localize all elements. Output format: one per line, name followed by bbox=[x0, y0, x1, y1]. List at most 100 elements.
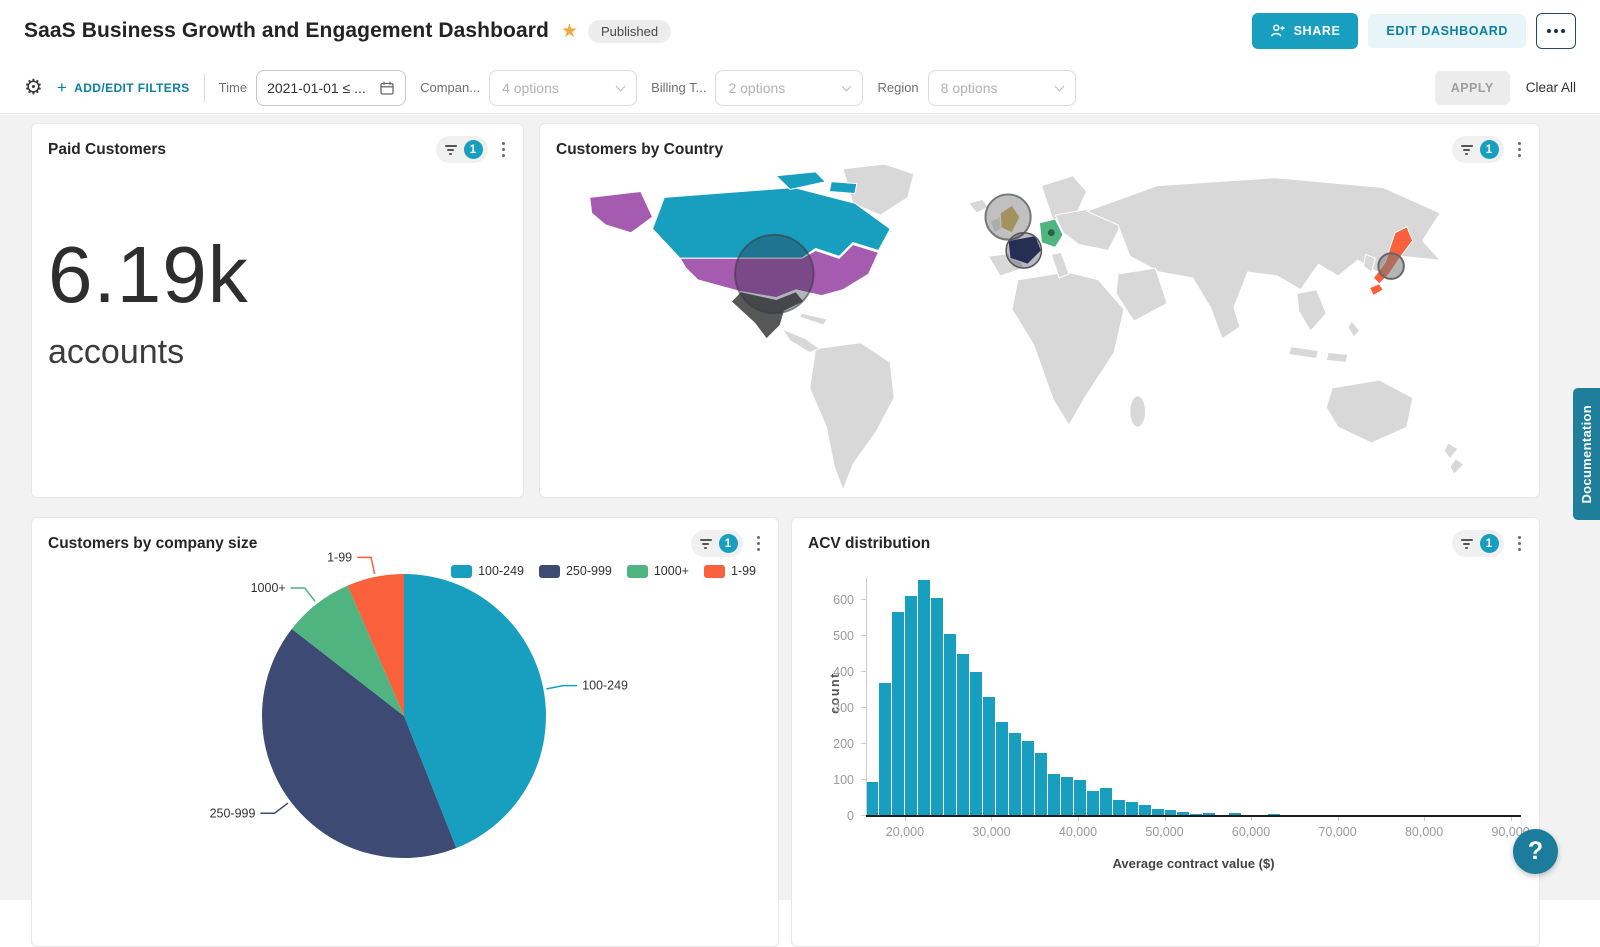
world-map[interactable] bbox=[548, 164, 1531, 493]
add-edit-filters-button[interactable]: + ADD/EDIT FILTERS bbox=[57, 78, 190, 98]
y-tick-mark bbox=[861, 779, 866, 780]
billing-filter-select[interactable]: 2 options bbox=[715, 70, 863, 106]
customers-by-country-widget: Customers by Country 1 bbox=[539, 123, 1540, 498]
filter-count-badge: 1 bbox=[1480, 140, 1499, 159]
documentation-tab[interactable]: Documentation bbox=[1573, 388, 1600, 520]
widget-filter-pill[interactable]: 1 bbox=[1452, 136, 1504, 163]
hist-bar[interactable] bbox=[905, 596, 917, 816]
land-indonesia bbox=[1289, 347, 1318, 359]
more-options-button[interactable] bbox=[1536, 13, 1576, 49]
edit-dashboard-button[interactable]: EDIT DASHBOARD bbox=[1368, 14, 1526, 48]
map-bubble-france[interactable] bbox=[1006, 233, 1041, 268]
dashboard-canvas: Paid Customers 1 6.19k accounts Customer… bbox=[0, 115, 1600, 900]
hist-bar[interactable] bbox=[1061, 777, 1073, 816]
hist-bar[interactable] bbox=[1113, 800, 1125, 816]
time-filter-label: Time bbox=[219, 80, 247, 95]
pie-callout-label: 100-249 bbox=[582, 679, 628, 693]
region-filter-select[interactable]: 8 options bbox=[928, 70, 1076, 106]
x-tick-label: 50,000 bbox=[1145, 825, 1183, 839]
x-tick-label: 30,000 bbox=[972, 825, 1010, 839]
country-canada-islands[interactable] bbox=[776, 172, 825, 190]
hist-bar[interactable] bbox=[918, 580, 930, 816]
hist-bar[interactable] bbox=[879, 683, 891, 816]
pie-callout-line bbox=[546, 686, 577, 689]
hist-bar[interactable] bbox=[1035, 753, 1047, 816]
clear-all-button[interactable]: Clear All bbox=[1526, 80, 1576, 95]
widget-tools: 1 bbox=[436, 136, 508, 163]
hist-bar[interactable] bbox=[892, 612, 904, 816]
y-tick-mark bbox=[861, 599, 866, 600]
widget-filter-pill[interactable]: 1 bbox=[1452, 530, 1504, 557]
dot bbox=[1554, 29, 1558, 33]
hist-bar[interactable] bbox=[970, 672, 982, 816]
pie-callout-line bbox=[357, 557, 374, 574]
world-map-svg bbox=[548, 164, 1531, 493]
share-button-label: SHARE bbox=[1294, 24, 1341, 38]
map-bubble-germany[interactable] bbox=[1048, 229, 1055, 236]
land-australia bbox=[1326, 380, 1412, 443]
y-axis-line bbox=[866, 578, 867, 816]
company-filter-select[interactable]: 4 options bbox=[489, 70, 637, 106]
pie-callout-label: 1000+ bbox=[251, 581, 286, 595]
land-africa bbox=[1012, 272, 1124, 425]
kpi-value: 6.19k bbox=[48, 231, 507, 319]
y-tick-label: 200 bbox=[833, 737, 854, 751]
widget-title: Paid Customers bbox=[48, 141, 166, 159]
divider bbox=[204, 74, 205, 102]
billing-filter-label: Billing T... bbox=[651, 80, 706, 95]
histogram-plot-area: 010020030040050060020,00030,00040,00050,… bbox=[866, 578, 1521, 816]
land-south-america bbox=[810, 343, 894, 490]
map-bubble-japan[interactable] bbox=[1378, 253, 1404, 279]
filter-count-badge: 1 bbox=[464, 140, 483, 159]
pie-callout-label: 1-99 bbox=[327, 550, 352, 564]
billing-filter-group: Billing T... 2 options bbox=[651, 70, 863, 106]
pie-callout-line bbox=[291, 588, 315, 601]
gear-icon[interactable]: ⚙ bbox=[24, 77, 43, 98]
histogram-chart[interactable]: count 010020030040050060020,00030,00040,… bbox=[792, 566, 1539, 946]
company-filter-value: 4 options bbox=[502, 80, 559, 96]
hist-bar[interactable] bbox=[1022, 741, 1034, 816]
hist-bar[interactable] bbox=[1087, 791, 1099, 816]
country-canada-islands-2[interactable] bbox=[829, 182, 856, 194]
land-madagascar bbox=[1130, 396, 1146, 427]
hist-bar[interactable] bbox=[957, 654, 969, 816]
widget-menu-button[interactable] bbox=[1516, 534, 1524, 554]
country-usa-alaska[interactable] bbox=[590, 191, 653, 232]
x-axis-title: Average contract value ($) bbox=[866, 856, 1521, 871]
widget-menu-button[interactable] bbox=[500, 140, 508, 160]
y-tick-label: 500 bbox=[833, 629, 854, 643]
y-tick-label: 400 bbox=[833, 665, 854, 679]
widget-header: ACV distribution 1 bbox=[792, 518, 1539, 567]
region-filter-label: Region bbox=[877, 80, 918, 95]
x-tick-label: 60,000 bbox=[1232, 825, 1270, 839]
hist-bar[interactable] bbox=[1074, 780, 1086, 816]
country-japan-south[interactable] bbox=[1369, 284, 1383, 296]
chevron-down-icon bbox=[616, 81, 626, 91]
kpi-unit: accounts bbox=[48, 333, 507, 372]
map-bubble-usa[interactable] bbox=[735, 235, 814, 314]
hist-bar[interactable] bbox=[1048, 774, 1060, 816]
hist-bar[interactable] bbox=[983, 697, 995, 816]
widget-menu-button[interactable] bbox=[1516, 140, 1524, 160]
filter-icon bbox=[700, 539, 712, 549]
customers-by-company-size-widget: Customers by company size 1 100-249250-9… bbox=[31, 517, 779, 947]
share-button[interactable]: SHARE bbox=[1252, 13, 1359, 49]
apply-button[interactable]: APPLY bbox=[1435, 71, 1510, 105]
help-button[interactable]: ? bbox=[1513, 829, 1558, 874]
widget-title: Customers by company size bbox=[48, 535, 257, 553]
hist-bar[interactable] bbox=[996, 722, 1008, 816]
hist-bar[interactable] bbox=[1126, 802, 1138, 816]
hist-bar[interactable] bbox=[931, 598, 943, 816]
hist-bar[interactable] bbox=[1009, 733, 1021, 816]
widget-menu-button[interactable] bbox=[755, 534, 763, 554]
hist-bar[interactable] bbox=[1100, 788, 1112, 816]
filter-icon bbox=[1461, 539, 1473, 549]
hist-bar[interactable] bbox=[944, 634, 956, 816]
chevron-down-icon bbox=[842, 81, 852, 91]
widget-filter-pill[interactable]: 1 bbox=[691, 530, 743, 557]
favorite-star-icon[interactable]: ★ bbox=[561, 20, 578, 43]
hist-bar[interactable] bbox=[866, 782, 878, 816]
pie-chart[interactable]: 100-249250-9991000+1-99 bbox=[32, 560, 779, 900]
time-filter-input[interactable]: 2021-01-01 ≤ ... bbox=[256, 70, 406, 106]
widget-filter-pill[interactable]: 1 bbox=[436, 136, 488, 163]
